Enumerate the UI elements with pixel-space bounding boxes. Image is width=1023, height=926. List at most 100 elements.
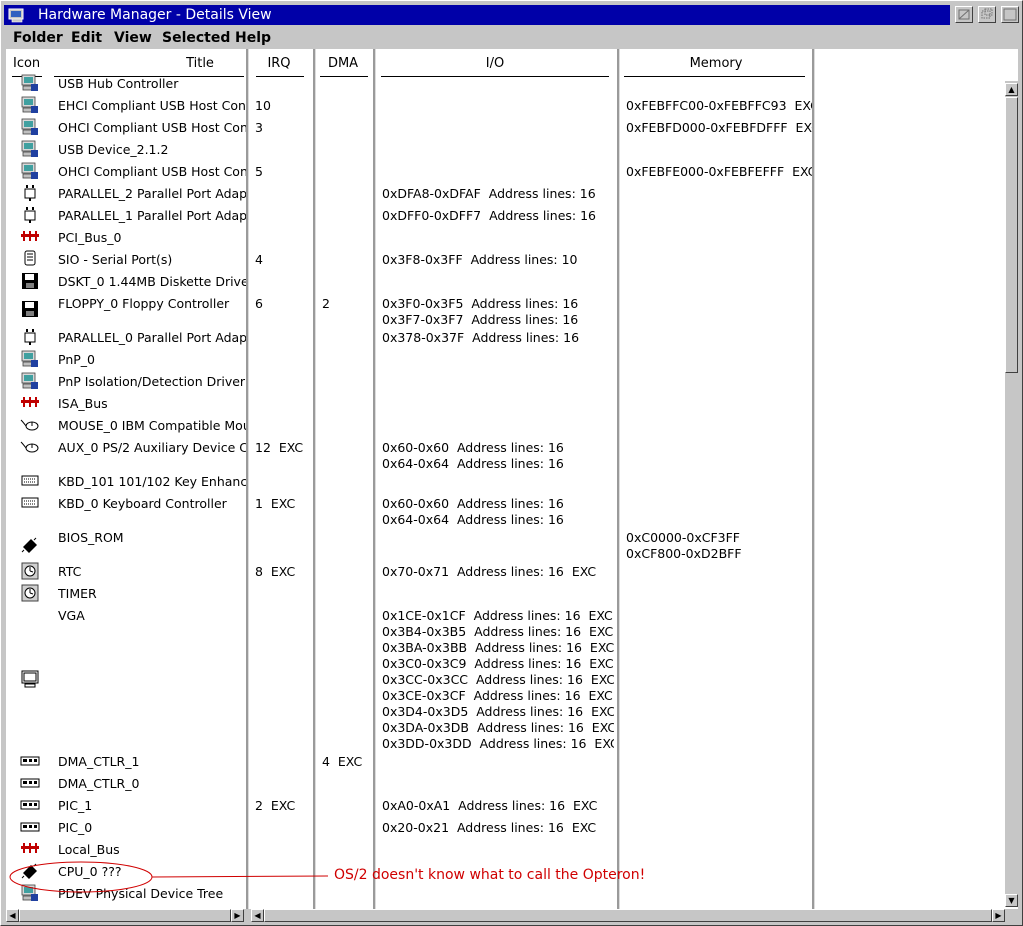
computer-icon[interactable] — [20, 372, 40, 390]
maximize-button[interactable] — [1001, 6, 1019, 23]
title-horizontal-scroll-thumb[interactable] — [19, 909, 231, 922]
computer-icon[interactable] — [20, 350, 40, 368]
io-value: 0x60-0x60 Address lines: 16 0x64-0x64 Ad… — [382, 496, 564, 527]
mouse-icon[interactable] — [20, 416, 40, 434]
floppy-icon[interactable] — [20, 272, 40, 290]
scroll-left-button[interactable]: ◀ — [6, 909, 19, 922]
device-title[interactable]: Local_Bus — [58, 842, 246, 858]
device-title[interactable]: BIOS_ROM — [58, 530, 246, 546]
keyboard-icon[interactable] — [20, 472, 40, 490]
irq-value: 4 — [255, 252, 263, 267]
device-title[interactable]: PARALLEL_1 Parallel Port Adapter — [58, 208, 246, 224]
device-title[interactable]: PARALLEL_2 Parallel Port Adapter — [58, 186, 246, 202]
controller-card-icon[interactable] — [20, 796, 40, 814]
computer-icon[interactable] — [20, 96, 40, 114]
device-title[interactable]: PnP Isolation/Detection Driver — [58, 374, 246, 390]
device-title[interactable]: USB Hub Controller — [58, 76, 246, 92]
device-title[interactable]: AUX_0 PS/2 Auxiliary Device Cont — [58, 440, 246, 456]
io-value: 0xDFF0-0xDFF7 Address lines: 16 — [382, 208, 596, 223]
device-title[interactable]: DMA_CTLR_0 — [58, 776, 246, 792]
device-title[interactable]: ISA_Bus — [58, 396, 246, 412]
chip-icon[interactable] — [20, 536, 40, 554]
annotation-text: OS/2 doesn't know what to call the Opter… — [334, 867, 646, 883]
menu-selected[interactable]: Selected — [162, 29, 230, 47]
computer-icon[interactable] — [20, 140, 40, 158]
device-title[interactable]: PIC_1 — [58, 798, 246, 814]
device-title[interactable]: KBD_101 101/102 Key Enhanced I — [58, 474, 246, 490]
details-horizontal-scroll-thumb[interactable] — [264, 909, 992, 922]
controller-card-icon[interactable] — [20, 818, 40, 836]
scroll-right-button[interactable]: ▶ — [231, 909, 244, 922]
column-divider[interactable] — [313, 49, 316, 909]
device-title[interactable]: DMA_CTLR_1 — [58, 754, 246, 770]
menu-help[interactable]: Help — [235, 29, 271, 47]
clock-icon[interactable] — [20, 584, 40, 602]
device-title[interactable]: OHCI Compliant USB Host Controll — [58, 164, 246, 180]
scroll-left-button[interactable]: ◀ — [251, 909, 264, 922]
device-title[interactable]: EHCI Compliant USB Host Controll — [58, 98, 246, 114]
restore-button[interactable] — [978, 6, 996, 23]
menu-folder[interactable]: Folder — [13, 29, 63, 47]
device-title[interactable]: SIO - Serial Port(s) — [58, 252, 246, 268]
device-title[interactable]: USB Device_2.1.2 — [58, 142, 246, 158]
io-value: 0x20-0x21 Address lines: 16 EXC — [382, 820, 597, 835]
column-divider[interactable] — [373, 49, 376, 909]
serial-port-icon[interactable] — [20, 250, 40, 268]
irq-value: 8 EXC — [255, 564, 296, 579]
column-header-irq[interactable]: IRQ — [258, 56, 300, 71]
computer-icon[interactable] — [20, 162, 40, 180]
computer-icon[interactable] — [20, 74, 40, 92]
bus-icon[interactable] — [20, 840, 40, 858]
column-divider[interactable] — [246, 49, 249, 909]
column-divider[interactable] — [617, 49, 620, 909]
keyboard-icon[interactable] — [20, 494, 40, 512]
clock-icon[interactable] — [20, 562, 40, 580]
menu-view[interactable]: View — [114, 29, 152, 47]
hide-button[interactable] — [955, 6, 973, 23]
column-header-title[interactable]: Title — [156, 56, 244, 71]
bus-icon[interactable] — [20, 394, 40, 412]
parallel-port-icon[interactable] — [20, 328, 40, 346]
controller-card-icon[interactable] — [20, 774, 40, 792]
menu-edit[interactable]: Edit — [71, 29, 102, 47]
controller-card-icon[interactable] — [20, 752, 40, 770]
bus-icon[interactable] — [20, 228, 40, 246]
parallel-port-icon[interactable] — [20, 184, 40, 202]
annotation-circle — [9, 861, 329, 893]
device-title[interactable]: PIC_0 — [58, 820, 246, 836]
device-title[interactable]: DSKT_0 1.44MB Diskette Drive — [58, 274, 246, 290]
title-bar[interactable]: Hardware Manager - Details View — [4, 5, 950, 25]
vertical-scroll-thumb[interactable] — [1005, 97, 1018, 373]
device-title[interactable]: KBD_0 Keyboard Controller — [58, 496, 246, 512]
device-title[interactable]: FLOPPY_0 Floppy Controller — [58, 296, 246, 312]
floppy-icon[interactable] — [20, 300, 40, 318]
header-underline — [256, 76, 304, 77]
device-title[interactable]: VGA — [58, 608, 246, 624]
memory-value: 0xFEBFE000-0xFEBFEFFF EXC — [626, 164, 812, 179]
system-menu-icon[interactable] — [7, 8, 27, 23]
scroll-up-button[interactable]: ▲ — [1005, 83, 1018, 96]
scroll-down-button[interactable]: ▼ — [1005, 894, 1018, 907]
column-header-io[interactable]: I/O — [474, 56, 516, 71]
device-title[interactable]: RTC — [58, 564, 246, 580]
device-title[interactable]: MOUSE_0 IBM Compatible Mouse — [58, 418, 246, 434]
device-title[interactable]: TIMER — [58, 586, 246, 602]
column-header-dma[interactable]: DMA — [323, 56, 363, 71]
io-value: 0x70-0x71 Address lines: 16 EXC — [382, 564, 597, 579]
memory-value: 0xFEBFFC00-0xFEBFFC93 EXC — [626, 98, 812, 113]
monitor-icon[interactable] — [20, 670, 40, 688]
dma-value: 2 — [322, 296, 330, 311]
device-title[interactable]: OHCI Compliant USB Host Controll — [58, 120, 246, 136]
device-title[interactable]: PCI_Bus_0 — [58, 230, 246, 246]
irq-value: 5 — [255, 164, 263, 179]
scroll-right-button[interactable]: ▶ — [992, 909, 1005, 922]
column-header-memory[interactable]: Memory — [676, 56, 756, 71]
computer-icon[interactable] — [20, 118, 40, 136]
parallel-port-icon[interactable] — [20, 206, 40, 224]
column-divider[interactable] — [812, 49, 815, 909]
mouse-icon[interactable] — [20, 438, 40, 456]
column-header-icon[interactable]: Icon — [13, 56, 40, 71]
device-title[interactable]: PnP_0 — [58, 352, 246, 368]
header-underline — [624, 76, 805, 77]
device-title[interactable]: PARALLEL_0 Parallel Port Adapter — [58, 330, 246, 346]
